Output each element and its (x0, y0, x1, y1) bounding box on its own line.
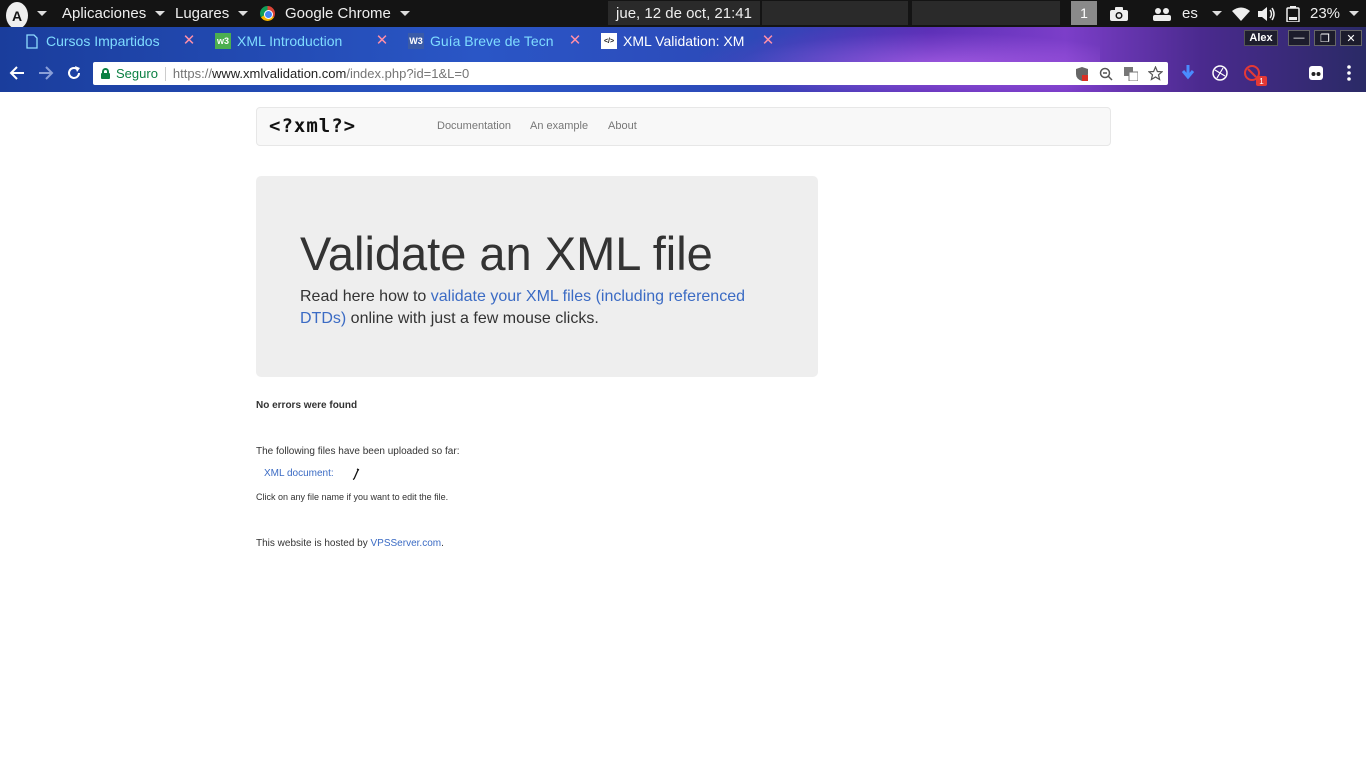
extension-globe-icon[interactable] (1211, 64, 1229, 82)
places-menu-label: Lugares (175, 5, 230, 22)
page-title: Validate an XML file (300, 227, 713, 280)
app-menu-label: Google Chrome (285, 5, 391, 22)
extension-badge: 1 (1256, 76, 1267, 86)
close-window-icon[interactable]: ✕ (1340, 30, 1362, 46)
w3schools-icon: w3 (215, 33, 231, 49)
site-navbar: <?xml?> Documentation An example About (256, 107, 1111, 146)
workspace-indicator[interactable]: 1 (1071, 1, 1097, 25)
chevron-down-icon (155, 11, 166, 16)
nav-about[interactable]: About (608, 120, 637, 132)
tab-guia-breve[interactable]: W3 Guía Breve de Tecn (408, 28, 560, 54)
panel-indicator-box (762, 1, 908, 25)
battery-icon[interactable] (1286, 0, 1300, 27)
hosting-suffix: . (441, 538, 444, 549)
bookmark-star-icon[interactable] (1147, 65, 1164, 82)
back-button[interactable] (6, 62, 28, 84)
jumbotron-text-after: online with just a few mouse clicks. (346, 310, 599, 327)
chevron-down-icon (399, 11, 410, 16)
battery-percentage: 23% (1310, 5, 1341, 22)
applications-menu-label: Aplicaciones (62, 5, 147, 22)
mouse-cursor-icon (352, 468, 360, 483)
chrome-menu-icon[interactable] (1340, 64, 1358, 82)
activities-dropdown-icon[interactable] (37, 0, 47, 27)
xml-document-link[interactable]: XML document: (264, 468, 334, 479)
w3c-icon: W3 (408, 33, 424, 49)
jumbotron-text-before: Read here how to (300, 288, 431, 305)
wifi-icon[interactable] (1232, 0, 1250, 27)
edit-hint: Click on any file name if you want to ed… (256, 492, 449, 502)
applications-menu[interactable]: Aplicaciones (62, 0, 166, 27)
people-icon[interactable] (1152, 0, 1172, 27)
clock[interactable]: jue, 12 de oct, 21:41 (608, 1, 760, 25)
secure-label[interactable]: Seguro (116, 66, 158, 81)
xml-site-icon: </> (601, 33, 617, 49)
document-icon (24, 33, 40, 49)
jumbotron: Validate an XML file Read here how to va… (256, 176, 818, 377)
nav-documentation[interactable]: Documentation (437, 120, 511, 132)
uploaded-files-heading: The following files have been uploaded s… (256, 446, 460, 457)
validation-result: No errors were found (256, 400, 358, 411)
restore-icon[interactable]: ❐ (1314, 30, 1336, 46)
chrome-icon (260, 6, 275, 21)
url-scheme: https:// (172, 66, 212, 81)
url-path: /index.php?id=1&L=0 (346, 66, 470, 81)
chevron-down-icon (1349, 11, 1360, 16)
chevron-down-icon (238, 11, 249, 16)
keyboard-layout-label: es (1182, 5, 1198, 22)
tab-xml-introduction[interactable]: w3 XML Introduction (215, 28, 370, 54)
blocked-content-icon[interactable] (1073, 65, 1090, 82)
tab-close-icon[interactable]: ✕ (568, 31, 582, 49)
nav-an-example[interactable]: An example (530, 120, 588, 132)
chevron-down-icon (1211, 11, 1222, 16)
app-menu[interactable]: Google Chrome (260, 0, 410, 27)
activities-logo-icon[interactable]: A (6, 2, 28, 29)
site-logo[interactable]: <?xml?> (269, 115, 356, 137)
profile-button[interactable]: Alex (1244, 30, 1278, 46)
translate-icon[interactable] (1122, 65, 1139, 82)
top-panel: A Aplicaciones Lugares Google Chrome jue… (0, 0, 1366, 29)
tab-title: XML Validation: XM (623, 33, 745, 49)
hosting-prefix: This website is hosted by (256, 538, 371, 549)
download-extension-icon[interactable] (1179, 64, 1197, 82)
incognito-extension-icon[interactable] (1307, 64, 1325, 82)
reload-button[interactable] (63, 62, 85, 84)
address-bar[interactable]: Seguro https:// www.xmlvalidation.com /i… (93, 62, 1168, 85)
camera-icon[interactable] (1110, 0, 1128, 27)
tab-title: XML Introduction (237, 33, 343, 49)
lock-icon[interactable] (101, 68, 110, 79)
zoom-out-icon[interactable] (1097, 65, 1114, 82)
tab-close-icon[interactable]: ✕ (761, 31, 775, 49)
tab-title: Cursos Impartidos (46, 33, 160, 49)
vpsserver-link[interactable]: VPSServer.com (371, 538, 442, 549)
tab-cursos-impartidos[interactable]: Cursos Impartidos (24, 28, 184, 54)
keyboard-layout-menu[interactable]: es (1182, 0, 1222, 27)
forward-button[interactable] (35, 62, 57, 84)
url-host: www.xmlvalidation.com (211, 66, 347, 81)
places-menu[interactable]: Lugares (175, 0, 249, 27)
panel-indicator-box (912, 1, 1060, 25)
jumbotron-text: Read here how to validate your XML files… (300, 286, 770, 330)
tab-title: Guía Breve de Tecn (430, 33, 554, 49)
tab-close-icon[interactable]: ✕ (182, 31, 196, 49)
tab-xml-validation[interactable]: </> XML Validation: XM (601, 28, 753, 54)
minimize-icon[interactable]: — (1288, 30, 1310, 46)
url-separator (164, 66, 166, 81)
volume-icon[interactable] (1258, 0, 1276, 27)
system-menu[interactable]: 23% (1310, 0, 1360, 27)
hosting-note: This website is hosted by VPSServer.com. (256, 538, 444, 549)
tab-close-icon[interactable]: ✕ (375, 31, 389, 49)
